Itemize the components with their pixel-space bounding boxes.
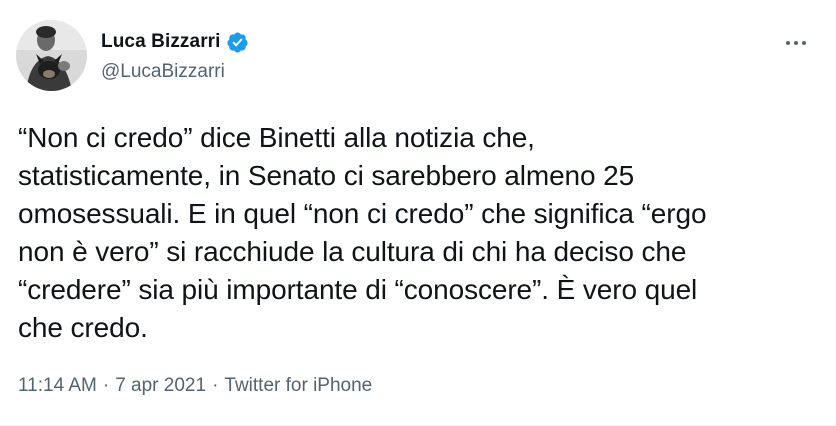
tweet-source-link[interactable]: Twitter for iPhone <box>224 375 372 397</box>
author-name-row: Luca Bizzarri <box>101 30 249 54</box>
author-display-name[interactable]: Luca Bizzarri <box>101 31 221 53</box>
author-handle[interactable]: @LucaBizzarri <box>101 61 225 83</box>
more-options-button[interactable] <box>781 28 811 58</box>
more-options-icon <box>786 41 806 45</box>
tweet-metadata: 11:14 AM · 7 apr 2021 · Twitter for iPho… <box>18 375 372 397</box>
tweet-time-link[interactable]: 11:14 AM <box>18 375 97 397</box>
tweet-date-link[interactable]: 7 apr 2021 <box>115 375 206 397</box>
verified-badge-icon <box>226 31 249 54</box>
tweet-text: “Non ci credo” dice Binetti alla notizia… <box>18 122 707 343</box>
meta-separator: · <box>212 375 219 396</box>
avatar[interactable] <box>16 20 87 91</box>
meta-separator: · <box>102 375 110 396</box>
tweet-card: Luca Bizzarri @LucaBizzarri “Non ci cred… <box>0 0 836 426</box>
avatar-photo-icon <box>16 20 87 91</box>
